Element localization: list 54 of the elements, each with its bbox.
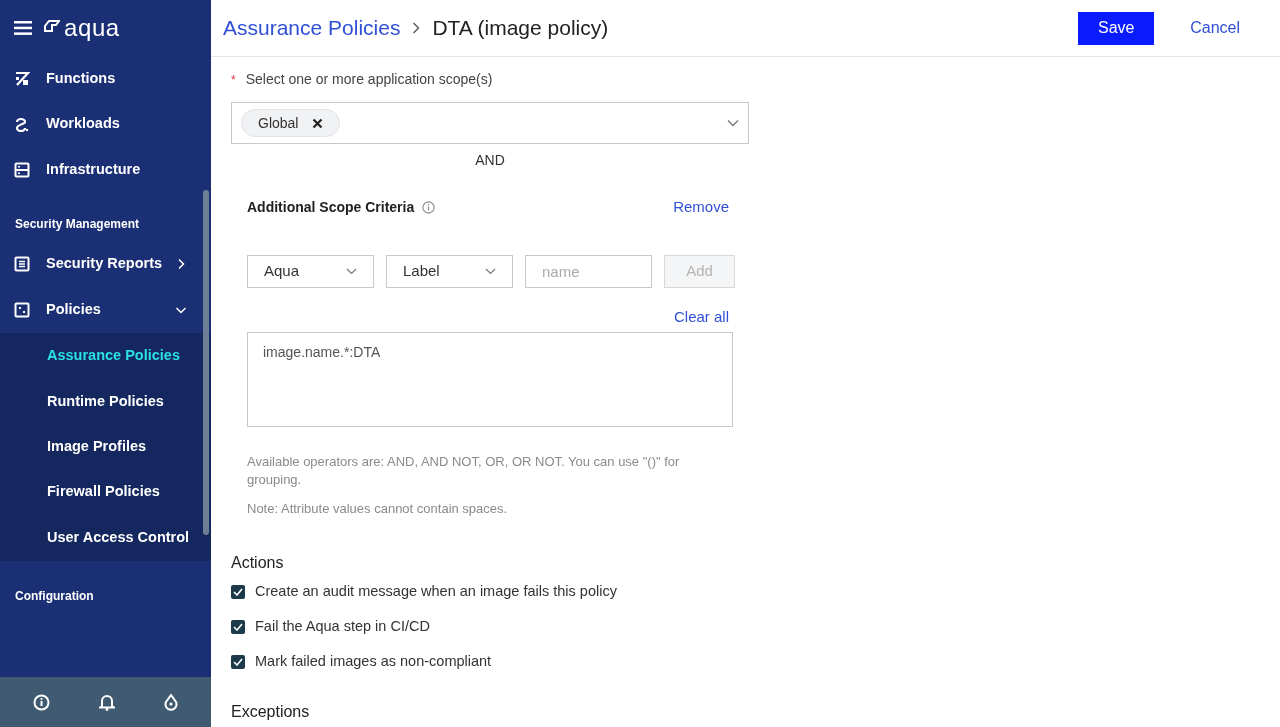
close-icon[interactable] bbox=[312, 117, 324, 129]
nav-item[interactable]: Policies bbox=[0, 287, 211, 333]
checkbox[interactable] bbox=[231, 619, 245, 634]
nav-item[interactable]: Infrastructure bbox=[0, 147, 211, 193]
help-text: Available operators are: AND, AND NOT, OR, OR NOT. You can use "()" for grouping. bbox=[247, 453, 681, 489]
submenu-item[interactable]: User Access Control bbox=[0, 515, 211, 561]
name-input[interactable]: name bbox=[525, 254, 652, 288]
nav-item[interactable]: Functions bbox=[0, 56, 211, 102]
joiner-text: AND bbox=[475, 151, 505, 170]
required-mark: * bbox=[231, 71, 236, 89]
breadcrumb-link[interactable]: Assurance Policies bbox=[223, 12, 401, 44]
droplet-icon[interactable] bbox=[164, 693, 179, 711]
submenu-item[interactable]: Image Profiles bbox=[0, 424, 211, 470]
chevron-down-icon bbox=[485, 267, 496, 275]
section-title: Additional Scope Criteria bbox=[247, 197, 415, 217]
note-text: Note: Attribute values cannot contain spaces. bbox=[247, 500, 509, 518]
cancel-button[interactable]: Cancel bbox=[1190, 16, 1240, 40]
percent-icon bbox=[14, 70, 30, 87]
chevron-down-icon bbox=[346, 267, 357, 275]
page-title: DTA (image policy) bbox=[432, 15, 609, 42]
section-label: Security Management bbox=[14, 215, 141, 233]
expression-textarea[interactable]: image.name.*:DTA bbox=[247, 332, 733, 427]
attribute-dropdown[interactable]: Label bbox=[386, 254, 513, 288]
policy-icon bbox=[14, 301, 30, 318]
save-button[interactable]: Save bbox=[1078, 11, 1155, 45]
checkbox-label: Fail the Aqua step in CI/CD bbox=[255, 616, 430, 636]
clear-all-link[interactable]: Clear all bbox=[673, 305, 729, 328]
submenu-item[interactable]: Assurance Policies bbox=[0, 333, 211, 379]
section-heading: Actions bbox=[231, 552, 285, 573]
submenu-item[interactable]: Runtime Policies bbox=[0, 378, 211, 425]
remove-link[interactable]: Remove bbox=[673, 196, 729, 219]
nav-item[interactable]: Workloads bbox=[0, 101, 211, 147]
source-dropdown[interactable]: Aqua bbox=[247, 254, 374, 288]
nav-item[interactable]: Security Reports bbox=[0, 241, 211, 287]
link-icon bbox=[14, 116, 30, 133]
server-icon bbox=[14, 161, 30, 178]
checkbox[interactable] bbox=[231, 584, 245, 599]
bell-icon[interactable] bbox=[99, 693, 115, 711]
info-icon bbox=[422, 200, 436, 214]
info-icon[interactable] bbox=[32, 693, 50, 711]
field-label: Select one or more application scope(s) bbox=[245, 70, 493, 89]
menu-icon[interactable] bbox=[14, 21, 32, 35]
checkbox[interactable] bbox=[231, 654, 245, 669]
scope-select[interactable]: Global bbox=[231, 102, 749, 144]
checkbox-label: Mark failed images as non-compliant bbox=[255, 651, 492, 671]
section-label: Configuration bbox=[14, 588, 95, 606]
section-heading: Exceptions bbox=[231, 701, 311, 722]
brand-logo: aqua bbox=[64, 16, 120, 40]
submenu-item[interactable]: Firewall Policies bbox=[0, 469, 211, 516]
chevron-right-icon bbox=[412, 22, 421, 34]
chevron-down-icon bbox=[727, 119, 739, 127]
scope-tag: Global bbox=[241, 109, 341, 137]
document-icon bbox=[14, 256, 30, 273]
checkbox-label: Create an audit message when an image fails this policy bbox=[255, 581, 617, 601]
